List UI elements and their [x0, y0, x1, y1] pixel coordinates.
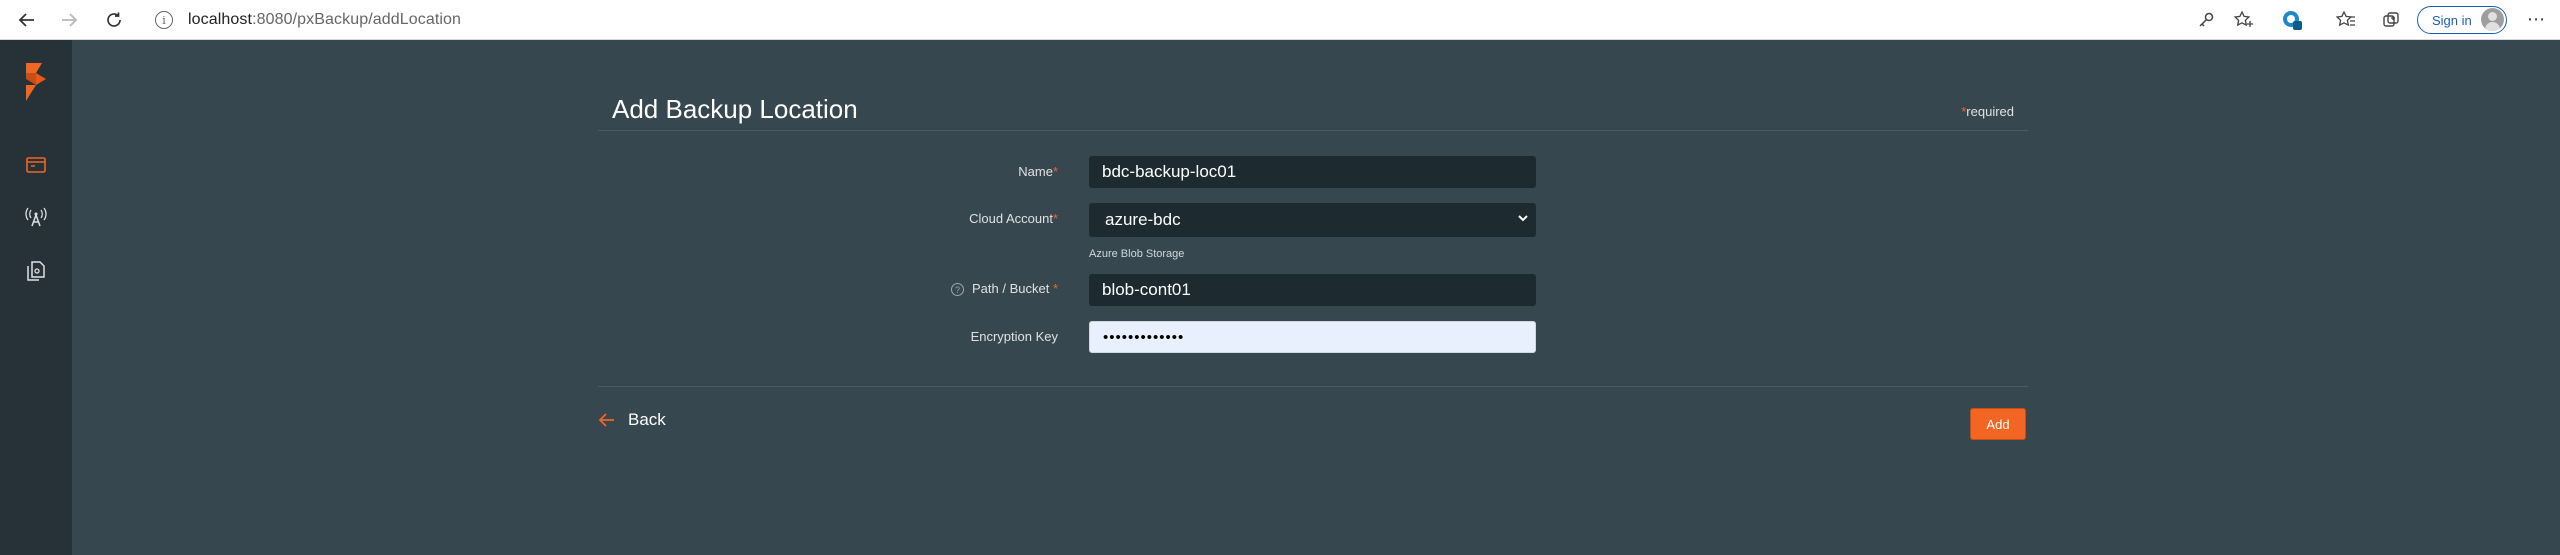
more-menu-icon[interactable]: ⋯: [2527, 9, 2546, 30]
encryption-key-value: •••••••••••••: [1103, 328, 1185, 346]
forward-arrow-icon[interactable]: [57, 8, 81, 32]
name-input-value: bdc-backup-loc01: [1102, 162, 1237, 181]
url-host: localhost: [188, 11, 253, 28]
back-link[interactable]: Back: [598, 410, 666, 430]
cloud-account-hint: Azure Blob Storage: [1089, 248, 1185, 260]
refresh-icon[interactable]: [102, 8, 126, 32]
path-bucket-value: blob-cont01: [1102, 280, 1191, 299]
arrow-left-icon: [598, 413, 614, 427]
backups-icon[interactable]: [24, 153, 48, 177]
url-path: :8080/pxBackup/addLocation: [252, 11, 462, 28]
cloud-account-value: azure-bdc: [1105, 210, 1181, 229]
antenna-icon[interactable]: [24, 205, 48, 229]
site-info-icon[interactable]: i: [155, 11, 173, 29]
browser-toolbar: i localhost:8080/pxBackup/addLocation Si…: [0, 0, 2560, 40]
encryption-key-input[interactable]: •••••••••••••: [1089, 321, 1536, 353]
collections-icon[interactable]: [2380, 9, 2402, 31]
header-divider: [598, 130, 2028, 131]
favorites-icon[interactable]: [2335, 9, 2357, 31]
cloud-account-select[interactable]: azure-bdc: [1089, 203, 1536, 237]
name-label-text: Name: [1018, 164, 1053, 179]
name-input[interactable]: bdc-backup-loc01: [1089, 156, 1536, 188]
path-bucket-label-text: Path / Bucket: [972, 281, 1053, 296]
add-button[interactable]: Add: [1970, 408, 2026, 440]
app-sidebar: [0, 40, 72, 555]
required-note: *required: [1961, 104, 2014, 119]
encryption-key-label: Encryption Key: [868, 329, 1058, 344]
path-bucket-input[interactable]: blob-cont01: [1089, 274, 1536, 306]
cloud-account-required-star: *: [1052, 211, 1058, 226]
portworx-logo-icon[interactable]: [22, 62, 50, 102]
back-arrow-icon[interactable]: [15, 8, 39, 32]
key-icon[interactable]: [2195, 9, 2217, 31]
sign-in-label: Sign in: [2432, 12, 2472, 28]
page-title: Add Backup Location: [612, 94, 858, 124]
encryption-key-label-text: Encryption Key: [970, 329, 1058, 344]
name-required-star: *: [1052, 164, 1058, 179]
cloud-account-label: Cloud Account*: [868, 211, 1058, 226]
add-label: Add: [1986, 416, 2010, 432]
document-icon[interactable]: [24, 259, 48, 283]
chevron-down-icon: [1518, 215, 1528, 222]
name-label: Name*: [868, 164, 1058, 179]
favorite-add-icon[interactable]: [2233, 9, 2255, 31]
extension-icon[interactable]: [2281, 9, 2303, 31]
back-label: Back: [628, 410, 666, 429]
path-required-star: *: [1052, 281, 1058, 296]
required-label: required: [1966, 104, 2014, 119]
footer-divider: [598, 386, 2028, 387]
path-bucket-label: ? Path / Bucket *: [848, 281, 1058, 297]
cloud-account-label-text: Cloud Account: [969, 211, 1053, 226]
address-bar[interactable]: localhost:8080/pxBackup/addLocation: [188, 11, 461, 29]
profile-avatar-icon[interactable]: [2481, 8, 2504, 31]
help-icon[interactable]: ?: [951, 283, 964, 297]
